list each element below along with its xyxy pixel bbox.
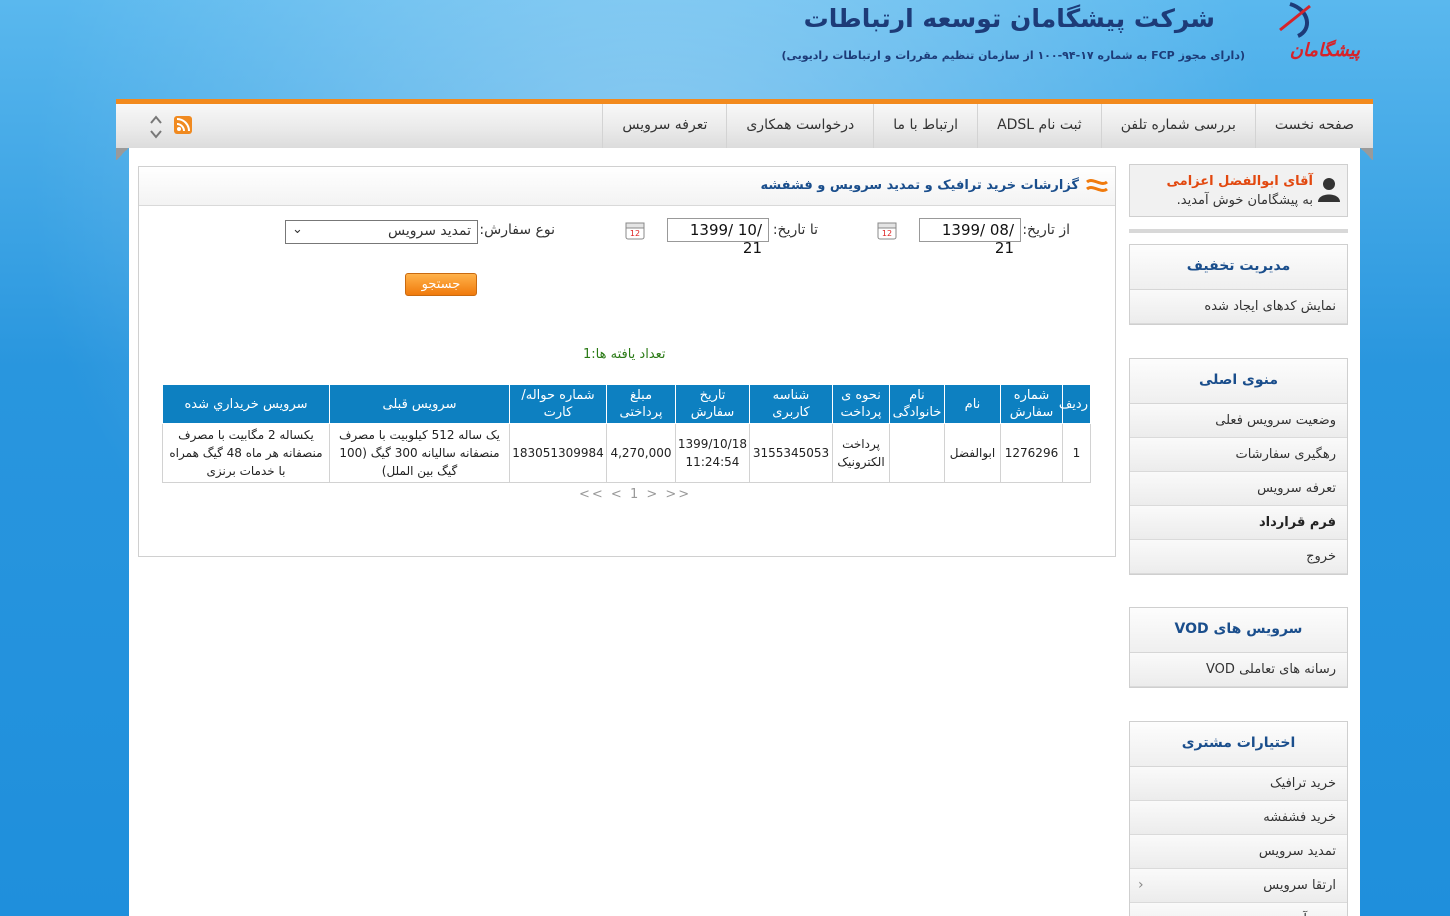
- cell-transfer-number: 183051309984: [509, 423, 607, 483]
- cell-order-number: 1276296: [1000, 423, 1063, 483]
- user-avatar-icon: [1316, 175, 1342, 203]
- sidebar-item-vod-media[interactable]: رسانه های تعاملی VOD: [1130, 653, 1347, 687]
- customer-menu: اختیارات مشتری خرید ترافیک خرید فشفشه تم…: [1129, 721, 1348, 916]
- report-title: گزارشات خرید ترافیک و تمدید سرویس و فشفش…: [760, 178, 1079, 193]
- cell-purchased-service: یکساله 2 مگابیت با مصرف منصفانه هر ماه 4…: [162, 423, 330, 483]
- col-header-transfer-number: شماره حواله/ کارت: [509, 384, 607, 424]
- search-button[interactable]: جستجو: [405, 273, 477, 296]
- sidebar-item-logout[interactable]: خروج: [1130, 540, 1347, 574]
- sidebar-item-change[interactable]: تغییر آی: [1130, 903, 1347, 916]
- sidebar-item-tariff[interactable]: تعرفه سرویس: [1130, 472, 1347, 506]
- sidebar-item-show-codes[interactable]: نمایش کدهای ایجاد شده: [1130, 290, 1347, 324]
- col-header-last-name: نام خانوادگی: [889, 384, 945, 424]
- company-logo[interactable]: پیشگامان: [1250, 0, 1360, 72]
- table-header-row: ردیف شماره سفارش نام نام خانوادگی نحوه ی…: [162, 384, 1091, 424]
- col-header-amount: مبلغ پرداختی: [606, 384, 676, 424]
- report-icon: [1085, 177, 1109, 195]
- sidebar-item-buy-fashfasheh[interactable]: خرید فشفشه: [1130, 801, 1347, 835]
- scroll-toggle-icon[interactable]: [149, 114, 163, 140]
- user-welcome-box: آقای ابوالفضل اعزامی به پیشگامان خوش آمد…: [1129, 164, 1348, 217]
- svg-text:12: 12: [630, 229, 640, 238]
- navbar-corner-left: [116, 148, 129, 160]
- order-type-value: تمدید سرویس: [388, 223, 471, 239]
- to-calendar-icon[interactable]: 12: [625, 220, 645, 240]
- to-date-label: تا تاریخ:: [772, 222, 818, 238]
- col-header-order-number: شماره سفارش: [1000, 384, 1063, 424]
- main-menu-title: منوی اصلی: [1130, 359, 1347, 404]
- site-title: شرکت پیشگامان توسعه ارتباطات: [803, 4, 1215, 33]
- logo-swoosh-icon: [1279, 2, 1311, 38]
- nav-items: صفحه نخست بررسی شماره تلفن ثبت نام ADSL …: [602, 104, 1373, 148]
- cell-amount: 4,270,000: [606, 423, 676, 483]
- from-calendar-icon[interactable]: 12: [877, 220, 897, 240]
- svg-text:12: 12: [882, 229, 892, 238]
- sidebar-item-service-status[interactable]: وضعیت سرویس فعلی: [1130, 404, 1347, 438]
- to-date-input[interactable]: 1399/ 10/ 21: [667, 218, 769, 257]
- table-row: 1 1276296 ابوالفضل پرداخت الکترونیک 3155…: [162, 423, 1091, 483]
- nav-item-careers[interactable]: درخواست همکاری: [726, 104, 873, 148]
- chevron-down-icon: ⌄: [292, 222, 303, 237]
- logo-text: پیشگامان: [1289, 40, 1360, 61]
- cell-last-name: [889, 423, 945, 483]
- results-table: ردیف شماره سفارش نام نام خانوادگی نحوه ی…: [162, 384, 1091, 483]
- navbar-corner-right: [1360, 148, 1373, 160]
- col-header-user-id: شناسه کاربری: [749, 384, 833, 424]
- pagination[interactable]: << < 1 > >>: [579, 487, 691, 502]
- user-name: آقای ابوالفضل اعزامی: [1166, 174, 1314, 189]
- welcome-text: به پیشگامان خوش آمدید.: [1176, 193, 1313, 208]
- col-header-first-name: نام: [944, 384, 1001, 424]
- nav-item-adsl-signup[interactable]: ثبت نام ADSL: [977, 104, 1101, 148]
- col-header-order-date: تاریخ سفارش: [675, 384, 750, 424]
- sidebar-item-buy-traffic[interactable]: خرید ترافیک: [1130, 767, 1347, 801]
- cell-previous-service: یک ساله 512 کیلوبیت با مصرف منصفانه سالی…: [329, 423, 510, 483]
- report-header: گزارشات خرید ترافیک و تمدید سرویس و فشفش…: [139, 167, 1115, 206]
- nav-item-tariff[interactable]: تعرفه سرویس: [602, 104, 726, 148]
- cell-row-num: 1: [1062, 423, 1091, 483]
- sidebar-item-order-tracking[interactable]: رهگیری سفارشات: [1130, 438, 1347, 472]
- sidebar-item-contract-form[interactable]: فرم قرارداد: [1130, 506, 1347, 540]
- cell-user-id: 3155345053: [749, 423, 833, 483]
- col-header-row-num: ردیف: [1059, 384, 1091, 424]
- sidebar-divider: [1129, 229, 1348, 233]
- sidebar-item-upgrade-label: ارتقا سرویس: [1263, 878, 1336, 893]
- nav-item-contact[interactable]: ارتباط با ما: [873, 104, 977, 148]
- results-count: تعداد یافته ها:1: [583, 347, 666, 362]
- report-panel: گزارشات خرید ترافیک و تمدید سرویس و فشفش…: [138, 166, 1116, 557]
- discount-menu-title: مدیریت تخفیف: [1130, 245, 1347, 290]
- cell-payment-method: پرداخت الکترونیک: [832, 423, 890, 483]
- main-menu: منوی اصلی وضعیت سرویس فعلی رهگیری سفارشا…: [1129, 358, 1348, 575]
- cell-first-name: ابوالفضل: [944, 423, 1001, 483]
- site-header: شرکت پیشگامان توسعه ارتباطات (دارای مجوز…: [0, 0, 1450, 100]
- sidebar-item-renew-service[interactable]: تمدید سرویس: [1130, 835, 1347, 869]
- chevron-left-icon: ‹: [1138, 877, 1144, 893]
- col-header-previous-service: سرویس قبلی: [329, 384, 510, 424]
- customer-menu-title: اختیارات مشتری: [1130, 722, 1347, 767]
- nav-item-home[interactable]: صفحه نخست: [1254, 104, 1373, 148]
- rss-icon[interactable]: [174, 116, 192, 134]
- from-date-label: از تاریخ:: [1022, 222, 1070, 238]
- site-subtitle: (دارای مجوز FCP به شماره ۱۷-۹۴-۱۰۰ از سا…: [781, 49, 1245, 62]
- col-header-payment-method: نحوه ی پرداخت: [832, 384, 890, 424]
- sidebar-item-upgrade-service[interactable]: ارتقا سرویس ‹: [1130, 869, 1347, 903]
- cell-order-date: 1399/10/18 11:24:54: [675, 423, 750, 483]
- col-header-purchased-service: سرویس خریداري شده: [162, 384, 330, 424]
- vod-menu-title: سرویس های VOD: [1130, 608, 1347, 653]
- from-date-input[interactable]: 1399/ 08/ 21: [919, 218, 1021, 257]
- nav-item-phone-check[interactable]: بررسی شماره تلفن: [1100, 104, 1255, 148]
- order-type-select[interactable]: تمدید سرویس ⌄: [285, 220, 478, 244]
- order-type-label: نوع سفارش:: [479, 222, 555, 238]
- discount-menu: مدیریت تخفیف نمایش کدهای ایجاد شده: [1129, 244, 1348, 325]
- main-navbar: صفحه نخست بررسی شماره تلفن ثبت نام ADSL …: [116, 99, 1373, 148]
- vod-menu: سرویس های VOD رسانه های تعاملی VOD: [1129, 607, 1348, 688]
